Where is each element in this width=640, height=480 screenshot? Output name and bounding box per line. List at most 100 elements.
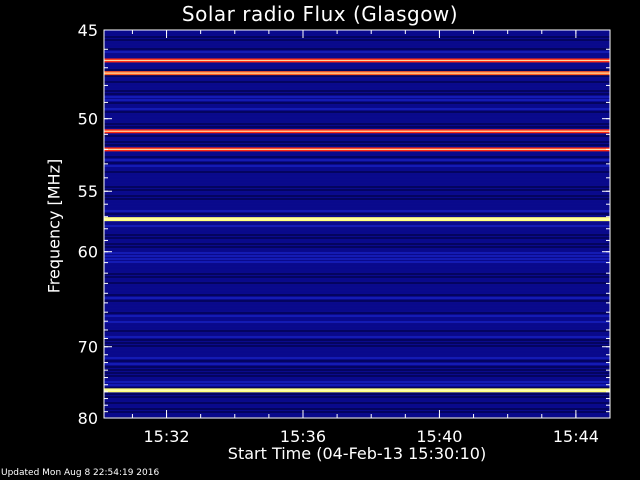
texture-row (104, 162, 610, 164)
texture-row (104, 300, 610, 302)
texture-row (104, 198, 610, 200)
texture-row (104, 231, 610, 233)
texture-row (104, 180, 610, 182)
texture-row (104, 159, 610, 161)
y-tick-label: 80 (78, 409, 98, 428)
texture-row (104, 117, 610, 119)
texture-row (104, 201, 610, 203)
texture-row (104, 282, 610, 284)
texture-row (104, 90, 610, 92)
texture-row (104, 75, 610, 77)
texture-row (104, 408, 610, 410)
x-axis-label: Start Time (04-Feb-13 15:30:10) (227, 444, 487, 463)
texture-row (104, 363, 610, 365)
texture-row (104, 384, 610, 386)
texture-row (104, 312, 610, 314)
footer-updated: Updated Mon Aug 8 22:54:19 2016 (1, 468, 160, 478)
texture-row (104, 255, 610, 257)
texture-row (104, 303, 610, 305)
texture-row (104, 177, 610, 179)
texture-row (104, 96, 610, 98)
texture-row (104, 414, 610, 416)
texture-row (104, 66, 610, 68)
texture-row (104, 270, 610, 272)
texture-row (104, 342, 610, 344)
texture-row (104, 222, 610, 224)
texture-row (104, 246, 610, 248)
emission-band-core (104, 148, 610, 150)
texture-row (104, 381, 610, 383)
texture-row (104, 195, 610, 197)
texture-row (104, 105, 610, 107)
emission-band-core (104, 389, 610, 391)
texture-row (104, 279, 610, 281)
texture-row (104, 357, 610, 359)
texture-row (104, 333, 610, 335)
texture-row (104, 309, 610, 311)
texture-row (104, 63, 610, 65)
texture-row (104, 45, 610, 47)
texture-row (104, 276, 610, 278)
texture-row (104, 378, 610, 380)
texture-row (104, 183, 610, 185)
plot-area (104, 30, 610, 419)
texture-row (104, 252, 610, 254)
texture-row (104, 48, 610, 50)
y-axis-label: Frequency [MHz] (44, 158, 64, 294)
emission-band-core (104, 130, 610, 132)
texture-row (104, 393, 610, 395)
texture-row (104, 321, 610, 323)
texture-row (104, 141, 610, 143)
texture-row (104, 411, 610, 413)
texture-row (104, 39, 610, 41)
texture-row (104, 78, 610, 80)
texture-row (104, 168, 610, 170)
texture-row (104, 273, 610, 275)
texture-row (104, 315, 610, 317)
texture-row (104, 399, 610, 401)
texture-row (104, 258, 610, 260)
texture-row (104, 186, 610, 188)
texture-row (104, 351, 610, 353)
texture-row (104, 261, 610, 263)
texture-row (104, 120, 610, 122)
texture-row (104, 288, 610, 290)
texture-row (104, 171, 610, 173)
texture-row (104, 42, 610, 44)
texture-row (104, 93, 610, 95)
texture-row (104, 372, 610, 374)
texture-row (104, 267, 610, 269)
texture-row (104, 369, 610, 371)
texture-row (104, 210, 610, 212)
texture-row (104, 396, 610, 398)
y-tick-label: 50 (78, 110, 98, 129)
texture-row (104, 345, 610, 347)
texture-row (104, 204, 610, 206)
y-tick-label: 55 (78, 182, 98, 201)
texture-row (104, 156, 610, 158)
y-tick-label: 60 (78, 243, 98, 262)
y-tick-label: 45 (78, 21, 98, 40)
texture-row (104, 366, 610, 368)
texture-row (104, 294, 610, 296)
texture-row (104, 33, 610, 35)
emission-band-core (104, 218, 610, 220)
texture-row (104, 330, 610, 332)
texture-row (104, 225, 610, 227)
texture-row (104, 354, 610, 356)
texture-row (104, 237, 610, 239)
texture-row (104, 36, 610, 38)
texture-row (104, 102, 610, 104)
texture-row (104, 135, 610, 137)
texture-row (104, 249, 610, 251)
emission-band-core (104, 59, 610, 62)
texture-row (104, 174, 610, 176)
texture-row (104, 51, 610, 53)
texture-row (104, 336, 610, 338)
texture-row (104, 291, 610, 293)
texture-row (104, 285, 610, 287)
texture-row (104, 165, 610, 167)
texture-row (104, 84, 610, 86)
texture-row (104, 123, 610, 125)
texture-row (104, 228, 610, 230)
